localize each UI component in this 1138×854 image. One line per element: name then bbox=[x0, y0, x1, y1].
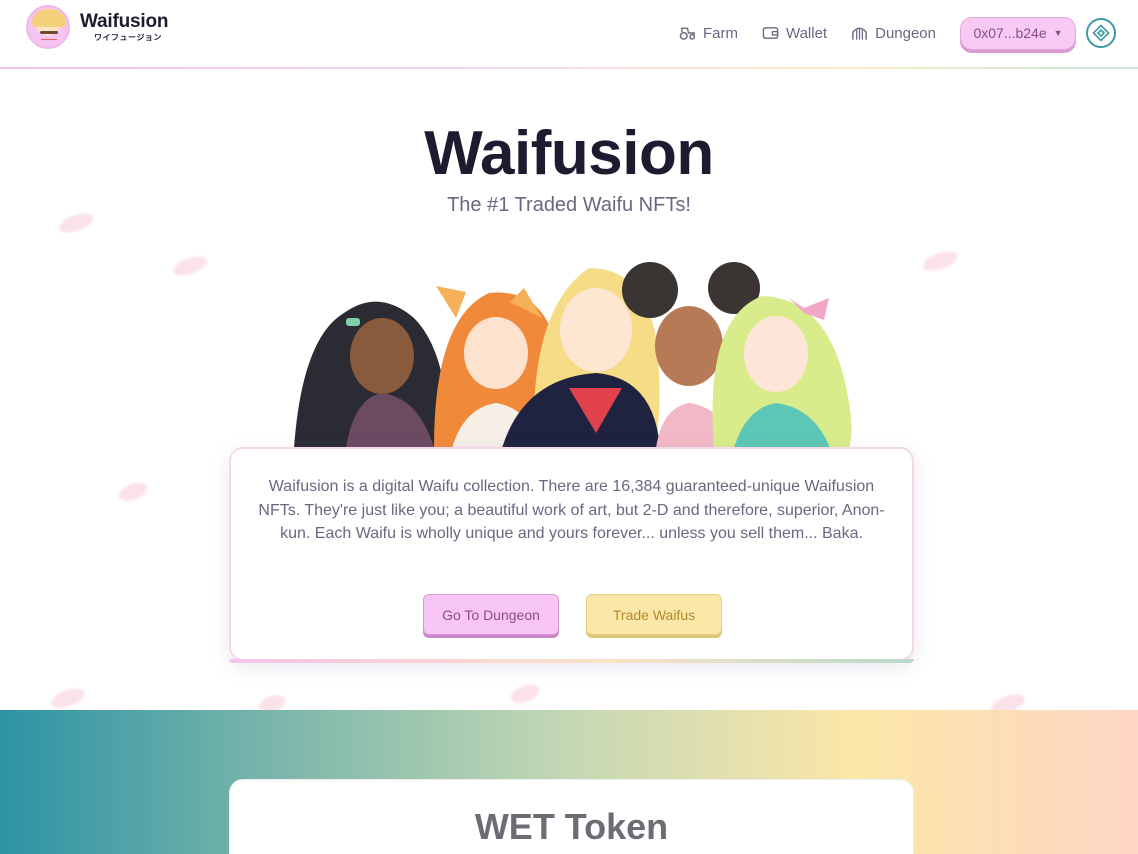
wallet-address-dropdown[interactable]: 0x07...b24e ▼ bbox=[960, 16, 1076, 50]
nav-farm-label: Farm bbox=[702, 24, 738, 42]
intro-description: Waifusion is a digital Waifu collection.… bbox=[258, 478, 885, 542]
top-header: Waifusion ワイフュージョン Farm Wallet Dungeon 0… bbox=[0, 0, 1138, 68]
binance-icon bbox=[1092, 24, 1110, 42]
go-to-dungeon-button[interactable]: Go To Dungeon bbox=[423, 594, 559, 635]
caret-down-icon: ▼ bbox=[1053, 28, 1063, 38]
wallet-icon bbox=[762, 27, 779, 39]
trade-waifus-button[interactable]: Trade Waifus bbox=[586, 594, 722, 635]
brand-home-link[interactable]: Waifusion ワイフュージョン bbox=[26, 5, 168, 49]
intro-card: Waifusion is a digital Waifu collection.… bbox=[229, 447, 914, 663]
petal-decoration bbox=[170, 252, 210, 280]
nav-dungeon[interactable]: Dungeon bbox=[851, 16, 936, 50]
main-nav: Farm Wallet Dungeon 0x07...b24e ▼ bbox=[679, 16, 1116, 50]
petal-decoration bbox=[508, 681, 542, 707]
header-divider bbox=[0, 67, 1138, 69]
petal-decoration bbox=[920, 247, 960, 275]
waifu-group-illustration bbox=[294, 262, 852, 448]
nav-wallet[interactable]: Wallet bbox=[762, 16, 827, 50]
page-title: Waifusion bbox=[424, 119, 714, 188]
dungeon-gate-icon bbox=[852, 27, 867, 40]
wallet-address: 0x07...b24e bbox=[973, 25, 1047, 41]
petal-decoration bbox=[116, 479, 150, 505]
brand-text: Waifusion ワイフュージョン bbox=[80, 12, 168, 42]
waifu-avatar-logo bbox=[26, 5, 70, 49]
wet-token-title: WET Token bbox=[474, 806, 669, 847]
brand-subtitle: ワイフュージョン bbox=[94, 33, 162, 42]
wet-token-card: WET Token bbox=[229, 779, 914, 854]
tractor-icon bbox=[679, 27, 696, 40]
nav-dungeon-label: Dungeon bbox=[875, 24, 936, 42]
brand-name: Waifusion bbox=[80, 11, 169, 32]
petal-decoration bbox=[48, 684, 88, 712]
network-selector[interactable] bbox=[1086, 18, 1116, 48]
nav-farm[interactable]: Farm bbox=[679, 16, 738, 50]
page-subtitle: The #1 Traded Waifu NFTs! bbox=[447, 194, 691, 216]
nav-wallet-label: Wallet bbox=[785, 24, 828, 42]
